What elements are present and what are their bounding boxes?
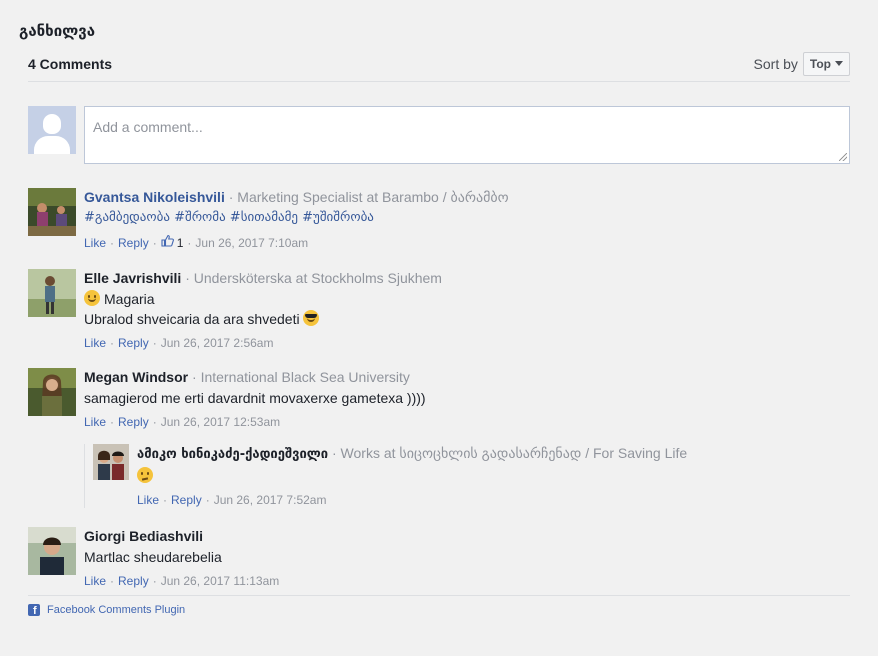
like-link[interactable]: Like — [84, 335, 106, 351]
comment-item: Giorgi Bediashvili Martlac sheudarebelia… — [28, 527, 850, 589]
sort-control: Sort by Top — [753, 51, 850, 76]
avatar[interactable] — [28, 269, 76, 317]
comments-header: 4 Comments Sort by Top — [28, 48, 850, 82]
comment-actions: Like · Reply · 1 · Jun 26, 2017 7:10am — [84, 234, 309, 251]
facebook-icon: f — [28, 604, 40, 616]
like-link[interactable]: Like — [84, 573, 106, 589]
comment-author-role: Marketing Specialist at Barambo / ბარამბ… — [237, 189, 509, 205]
comment-actions: Like · Reply · Jun 26, 2017 2:56am — [84, 335, 274, 351]
comment-author-link[interactable]: Megan Windsor — [84, 369, 188, 385]
comment-input[interactable]: Add a comment... — [84, 106, 850, 164]
comment-actions: Like · Reply · Jun 26, 2017 11:13am — [84, 573, 280, 589]
reply-link[interactable]: Reply — [118, 235, 149, 251]
reply-link[interactable]: Reply — [118, 335, 149, 351]
comment-list: Gvantsa Nikoleishvili · Marketing Specia… — [28, 188, 850, 589]
comment-count: 4 Comments — [28, 55, 113, 72]
comment-text: Martlac sheudarebelia — [84, 549, 222, 565]
comment-timestamp[interactable]: Jun 26, 2017 11:13am — [161, 573, 280, 589]
reply-link[interactable]: Reply — [118, 414, 149, 430]
like-link[interactable]: Like — [137, 492, 159, 508]
like-link[interactable]: Like — [84, 235, 106, 251]
sort-select[interactable]: Top — [802, 51, 850, 76]
sort-value: Top — [809, 56, 831, 71]
comment-text: Magaria Ubralod shveicaria da ara shvede… — [84, 289, 442, 329]
comment-item: Elle Javrishvili · Undersköterska at Sto… — [28, 269, 850, 351]
comment-item: Megan Windsor · International Black Sea … — [28, 368, 850, 430]
avatar[interactable] — [28, 188, 76, 236]
sunglasses-emoji-icon — [303, 310, 320, 326]
reply-link[interactable]: Reply — [118, 573, 149, 589]
like-link[interactable]: Like — [84, 414, 106, 430]
avatar — [28, 106, 76, 154]
comment-author-role: Works at სიცოცხლის გადასარჩენად / For Sa… — [340, 445, 688, 461]
comment-item: Gvantsa Nikoleishvili · Marketing Specia… — [28, 188, 850, 251]
reply-item: ამიკო ხინიკაძე-ქადიეშვილი · Works at სიც… — [93, 444, 850, 508]
avatar[interactable] — [93, 444, 129, 480]
comment-timestamp[interactable]: Jun 26, 2017 2:56am — [161, 335, 274, 351]
comment-actions: Like · Reply · Jun 26, 2017 7:52am — [137, 492, 327, 508]
plugin-footer: f Facebook Comments Plugin — [28, 595, 850, 616]
avatar[interactable] — [28, 368, 76, 416]
comment-author-link[interactable]: Giorgi Bediashvili — [84, 528, 203, 544]
comment-author-link[interactable]: Gvantsa Nikoleishvili — [84, 189, 225, 205]
section-title: განხილვა — [19, 22, 96, 40]
comment-text — [137, 466, 687, 486]
comment-author-link[interactable]: ამიკო ხინიკაძე-ქადიეშვილი — [137, 447, 328, 462]
comments-plugin: 4 Comments Sort by Top Add a comment... — [28, 48, 850, 589]
reply-thread: ამიკო ხინიკაძე-ქადიეშვილი · Works at სიც… — [84, 444, 850, 508]
like-count: 1 — [176, 235, 184, 250]
comment-timestamp[interactable]: Jun 26, 2017 7:52am — [214, 492, 327, 508]
comment-text: #გამბედაობა #შრომა #სითამამე #უშიშრობა — [84, 210, 374, 225]
reply-link[interactable]: Reply — [171, 492, 202, 508]
comment-composer: Add a comment... — [28, 106, 850, 164]
thumbs-up-icon — [161, 234, 174, 251]
comment-author-link[interactable]: Elle Javrishvili — [84, 270, 181, 286]
facebook-plugin-link[interactable]: Facebook Comments Plugin — [47, 604, 185, 616]
chevron-down-icon — [835, 61, 843, 66]
comment-author-role: Undersköterska at Stockholms Sjukhem — [193, 270, 442, 286]
comment-input-placeholder: Add a comment... — [93, 119, 203, 135]
comment-actions: Like · Reply · Jun 26, 2017 12:53am — [84, 414, 281, 430]
comment-text: samagierod me erti davardnit movaxerxe g… — [84, 390, 426, 406]
smiling-face-emoji-icon — [84, 290, 100, 306]
comment-timestamp[interactable]: Jun 26, 2017 12:53am — [161, 414, 280, 430]
comment-timestamp[interactable]: Jun 26, 2017 7:10am — [195, 235, 308, 251]
comment-author-role: International Black Sea University — [200, 369, 410, 385]
resize-handle-icon[interactable] — [839, 153, 847, 161]
sort-label: Sort by — [753, 55, 798, 72]
avatar[interactable] — [28, 527, 76, 575]
confused-face-emoji-icon — [137, 467, 153, 483]
